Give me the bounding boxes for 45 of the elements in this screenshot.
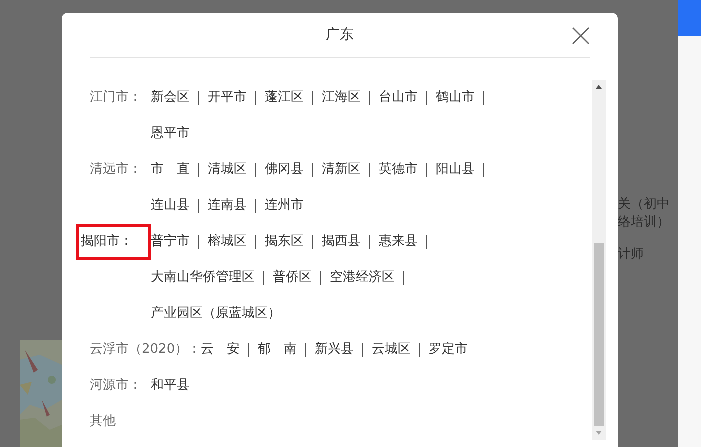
city-label: 云浮市（2020）： — [90, 341, 202, 359]
district-link[interactable]: 空港经济区 — [330, 271, 404, 285]
district-link[interactable]: 江海区 — [322, 91, 370, 105]
dialog-title: 广东 — [326, 26, 354, 44]
district-link[interactable]: 产业园区（原蓝城区） — [151, 307, 289, 321]
district-link[interactable]: 阳山县 — [436, 163, 484, 177]
district-link[interactable]: 大南山华侨管理区 — [151, 271, 264, 285]
district-link[interactable]: 揭东区 — [265, 235, 313, 249]
district-link[interactable]: 郁 南 — [258, 343, 306, 357]
background-text: 络培训） — [618, 214, 671, 232]
header-bar — [678, 0, 701, 36]
scrollbar[interactable] — [592, 80, 606, 440]
district-link[interactable]: 榕城区 — [208, 235, 256, 249]
background-text: 关（初中 — [618, 196, 671, 214]
district-link[interactable]: 连南县 — [208, 199, 256, 213]
city-label: 河源市： — [90, 377, 143, 395]
district-link[interactable]: 台山市 — [379, 91, 427, 105]
district-link[interactable]: 清城区 — [208, 163, 256, 177]
district-link[interactable]: 连州市 — [265, 199, 312, 213]
city-label: 清远市： — [90, 161, 143, 179]
district-link[interactable]: 英德市 — [379, 163, 427, 177]
city-label: 江门市： — [90, 89, 143, 107]
district-link[interactable]: 罗定市 — [429, 343, 476, 357]
district-link[interactable]: 普宁市 — [151, 235, 199, 249]
district-link[interactable]: 普侨区 — [273, 271, 321, 285]
scrollbar-thumb[interactable] — [594, 243, 604, 426]
district-link[interactable]: 云城区 — [372, 343, 420, 357]
close-button[interactable] — [572, 27, 590, 45]
background-text: 计师 — [618, 246, 645, 264]
district-link[interactable]: 鹤山市 — [436, 91, 484, 105]
district-link[interactable]: 和平县 — [151, 379, 198, 393]
district-link[interactable]: 市 直 — [151, 163, 199, 177]
city-label: 揭阳市： — [76, 224, 151, 260]
district-link[interactable]: 新兴县 — [315, 343, 364, 357]
city-label: 其他 — [90, 413, 117, 431]
district-link[interactable]: 新会区 — [151, 91, 199, 105]
district-link[interactable]: 开平市 — [208, 91, 256, 105]
district-link[interactable]: 惠来县 — [379, 235, 427, 249]
district-link[interactable]: 揭西县 — [322, 235, 370, 249]
district-link[interactable]: 清新区 — [322, 163, 370, 177]
district-link[interactable]: 连山县 — [151, 199, 199, 213]
district-link[interactable]: 佛冈县 — [265, 163, 313, 177]
district-link[interactable]: 云 安 — [201, 343, 250, 357]
district-link[interactable]: 蓬江区 — [265, 91, 313, 105]
district-link[interactable]: 恩平市 — [151, 127, 198, 141]
